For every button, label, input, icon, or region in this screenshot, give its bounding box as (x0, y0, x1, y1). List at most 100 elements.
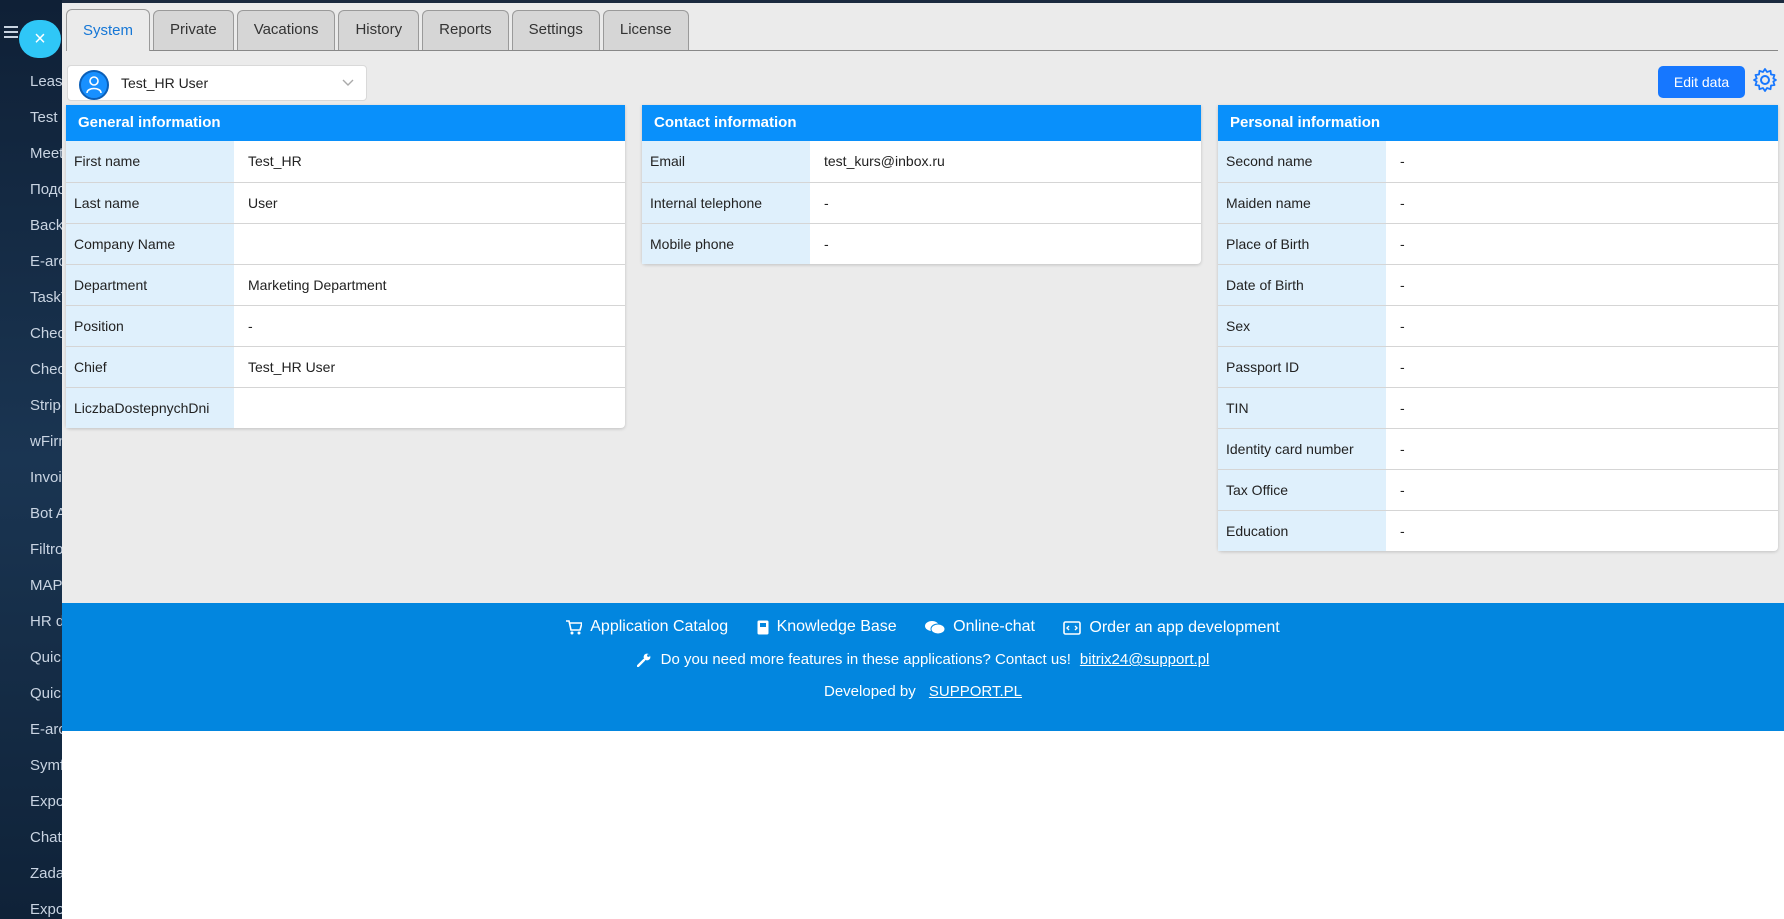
field-value: Test_HR User (234, 346, 625, 388)
field-value: - (1386, 305, 1778, 347)
table-row: Date of Birth - (1218, 264, 1778, 306)
wrench-icon (636, 653, 651, 667)
sidebar-item[interactable]: Back (30, 214, 62, 250)
field-label: TIN (1218, 387, 1386, 429)
table-row: Last name User (66, 182, 625, 224)
knowledge-base-link[interactable]: Knowledge Base (757, 618, 897, 636)
personal-information-card: Personal information Second name - Maiden … (1218, 105, 1778, 551)
field-label: Email (642, 141, 810, 183)
tab-settings[interactable]: Settings (511, 10, 600, 50)
field-value: - (1386, 223, 1778, 265)
footer-contact: Do you need more features in these appli… (62, 651, 1784, 668)
sidebar-item[interactable]: MAP (30, 574, 62, 610)
gear-icon[interactable] (1752, 67, 1778, 93)
table-row: Chief Test_HR User (66, 346, 625, 388)
sidebar-item[interactable]: Symf (30, 754, 62, 790)
table-row: Identity card number - (1218, 428, 1778, 470)
sidebar-item[interactable]: TaskT (30, 286, 62, 322)
field-label: Department (66, 264, 234, 306)
edit-data-button[interactable]: Edit data (1658, 66, 1745, 98)
hamburger-icon[interactable] (4, 26, 18, 38)
link-label: Knowledge Base (776, 618, 897, 635)
link-label: Application Catalog (590, 618, 729, 635)
footer-developer: Developed by SUPPORT.PL (62, 683, 1784, 700)
sidebar-item[interactable]: Expo (30, 790, 62, 826)
table-row: Department Marketing Department (66, 264, 625, 306)
sidebar-item[interactable]: Quic (30, 646, 62, 682)
field-label: Last name (66, 182, 234, 224)
sidebar-item[interactable]: Chec (30, 322, 62, 358)
field-label: Mobile phone (642, 223, 810, 264)
field-label: Maiden name (1218, 182, 1386, 224)
field-label: Sex (1218, 305, 1386, 347)
sidebar-item[interactable]: E-arc (30, 718, 62, 754)
sidebar-item[interactable]: Bot A (30, 502, 62, 538)
sidebar-item[interactable]: Chat (30, 826, 62, 862)
sidebar-item[interactable]: Leasi (30, 70, 62, 106)
table-row: TIN - (1218, 387, 1778, 429)
tab-system[interactable]: System (66, 9, 151, 51)
user-icon (79, 70, 109, 100)
tab-history[interactable]: History (338, 10, 420, 50)
sidebar-item[interactable]: Strip (30, 394, 62, 430)
sidebar-item[interactable]: Meet (30, 142, 62, 178)
developed-by-text: Developed by (824, 683, 916, 700)
table-row: LiczbaDostepnychDni (66, 387, 625, 428)
sidebar-item[interactable]: Expo (30, 898, 62, 919)
field-value: - (1386, 346, 1778, 388)
sidebar-item[interactable]: Filtro (30, 538, 62, 574)
sidebar-item[interactable]: wFirm (30, 430, 62, 466)
field-value: - (1386, 141, 1778, 183)
field-label: First name (66, 141, 234, 183)
code-icon (1063, 620, 1082, 635)
sidebar-item[interactable]: Invoi (30, 466, 62, 502)
chat-icon (925, 620, 946, 634)
tab-license[interactable]: License (602, 10, 689, 50)
table-row: Education - (1218, 510, 1778, 551)
field-label: Chief (66, 346, 234, 388)
field-label: Tax Office (1218, 469, 1386, 511)
contact-table: Email test_kurs@inbox.ru Internal telephon… (642, 141, 1201, 264)
field-value: - (1400, 522, 1405, 539)
general-information-card: General information First name Test_HR Las… (66, 105, 625, 428)
field-label: Company Name (66, 223, 234, 265)
user-select[interactable]: Test_HR User (67, 65, 367, 101)
support-email-link[interactable]: bitrix24@support.pl (1080, 651, 1209, 668)
field-label: Second name (1218, 141, 1386, 183)
sidebar-item[interactable]: Zada (30, 862, 62, 898)
table-row: Position - (66, 305, 625, 347)
close-button[interactable]: × (19, 20, 61, 58)
sidebar-item[interactable]: Chec (30, 358, 62, 394)
field-label: Identity card number (1218, 428, 1386, 470)
field-value (234, 223, 625, 265)
field-value: - (1386, 387, 1778, 429)
personal-table: Second name - Maiden name - Place of Birth - D… (1218, 141, 1778, 551)
link-label: Online-chat (953, 618, 1035, 635)
table-row: First name Test_HR (66, 141, 625, 183)
tab-vacations[interactable]: Vacations (236, 10, 336, 50)
sidebar-item[interactable]: Подс (30, 178, 62, 214)
field-value: - (234, 305, 625, 347)
link-label: Order an app development (1089, 618, 1280, 636)
field-value: - (1386, 469, 1778, 511)
application-catalog-link[interactable]: Application Catalog (566, 618, 728, 636)
field-value: - (824, 235, 829, 252)
developer-link[interactable]: SUPPORT.PL (929, 683, 1022, 700)
card-title: Contact information (642, 105, 1201, 141)
table-row: Mobile phone - (642, 223, 1201, 264)
sidebar-item[interactable]: E-arc (30, 250, 62, 286)
sidebar-item[interactable]: HR d (30, 610, 62, 646)
field-value: - (810, 182, 1201, 224)
tab-reports[interactable]: Reports (422, 10, 509, 50)
field-label: Education (1218, 510, 1386, 551)
online-chat-link[interactable]: Online-chat (925, 618, 1035, 636)
card-title: General information (66, 105, 625, 141)
contact-text: Do you need more features in these appli… (660, 651, 1071, 668)
table-row: Tax Office - (1218, 469, 1778, 511)
field-value: - (1386, 428, 1778, 470)
contact-information-card: Contact information Email test_kurs@inbox… (642, 105, 1201, 264)
sidebar-item[interactable]: Quic (30, 682, 62, 718)
tab-private[interactable]: Private (153, 10, 234, 50)
order-app-development-link[interactable]: Order an app development (1063, 618, 1280, 637)
sidebar-item[interactable]: Test (30, 106, 62, 142)
